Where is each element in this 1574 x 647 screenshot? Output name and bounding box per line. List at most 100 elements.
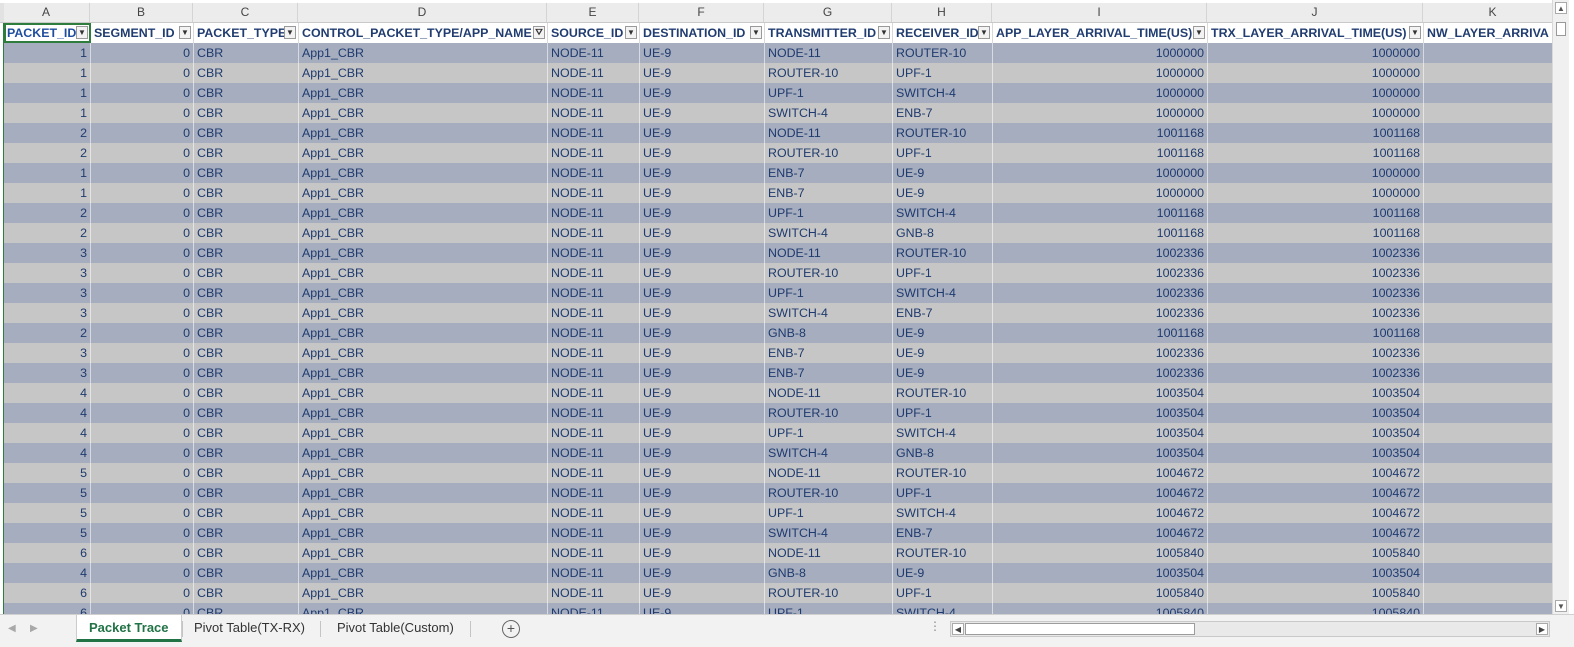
table-cell[interactable]: [1424, 463, 1553, 483]
table-cell[interactable]: 0: [91, 443, 194, 463]
dropdown-arrow-icon[interactable]: ▼: [179, 26, 191, 39]
dropdown-arrow-icon[interactable]: ▼: [284, 26, 296, 39]
table-cell[interactable]: GNB-8: [765, 323, 893, 343]
table-cell[interactable]: App1_CBR: [299, 523, 548, 543]
column-letter-f[interactable]: F: [639, 3, 764, 22]
table-cell[interactable]: 3: [4, 343, 91, 363]
table-cell[interactable]: CBR: [194, 343, 299, 363]
table-cell[interactable]: 1000000: [993, 63, 1208, 83]
table-cell[interactable]: 0: [91, 603, 194, 614]
table-cell[interactable]: NODE-11: [548, 143, 640, 163]
table-cell[interactable]: UE-9: [640, 43, 765, 63]
table-cell[interactable]: NODE-11: [765, 243, 893, 263]
table-cell[interactable]: NODE-11: [548, 363, 640, 383]
table-cell[interactable]: App1_CBR: [299, 483, 548, 503]
table-cell[interactable]: App1_CBR: [299, 323, 548, 343]
column-header-packet-id[interactable]: PACKET_ID ▼: [4, 23, 91, 43]
table-cell[interactable]: App1_CBR: [299, 243, 548, 263]
table-cell[interactable]: 0: [91, 523, 194, 543]
table-cell[interactable]: UE-9: [893, 183, 993, 203]
table-cell[interactable]: UE-9: [640, 343, 765, 363]
column-header-nw-layer-arriva[interactable]: NW_LAYER_ARRIVA: [1424, 23, 1553, 43]
column-letter-d[interactable]: D: [298, 3, 547, 22]
table-cell[interactable]: 1003504: [993, 443, 1208, 463]
table-cell[interactable]: 1: [4, 163, 91, 183]
table-cell[interactable]: ENB-7: [893, 523, 993, 543]
table-cell[interactable]: NODE-11: [548, 543, 640, 563]
table-cell[interactable]: 3: [4, 303, 91, 323]
table-cell[interactable]: [1424, 303, 1553, 323]
table-cell[interactable]: ROUTER-10: [893, 123, 993, 143]
tab-scroll-right-icon[interactable]: ▶: [30, 623, 38, 634]
table-cell[interactable]: [1424, 283, 1553, 303]
column-header-packet-type[interactable]: PACKET_TYPE ▼: [194, 23, 299, 43]
table-cell[interactable]: 0: [91, 363, 194, 383]
table-cell[interactable]: 0: [91, 143, 194, 163]
column-header-trx-layer-arrival-time-us[interactable]: TRX_LAYER_ARRIVAL_TIME(US) ▼: [1208, 23, 1424, 43]
table-cell[interactable]: App1_CBR: [299, 203, 548, 223]
table-cell[interactable]: [1424, 203, 1553, 223]
table-cell[interactable]: NODE-11: [548, 283, 640, 303]
table-cell[interactable]: SWITCH-4: [893, 423, 993, 443]
table-cell[interactable]: NODE-11: [548, 263, 640, 283]
dropdown-arrow-icon[interactable]: ▼: [1409, 26, 1421, 39]
table-cell[interactable]: 1002336: [1208, 343, 1424, 363]
table-cell[interactable]: [1424, 263, 1553, 283]
table-cell[interactable]: 1001168: [993, 323, 1208, 343]
table-cell[interactable]: [1424, 383, 1553, 403]
table-cell[interactable]: [1424, 403, 1553, 423]
table-cell[interactable]: UPF-1: [765, 83, 893, 103]
table-cell[interactable]: UE-9: [640, 603, 765, 614]
table-cell[interactable]: 0: [91, 243, 194, 263]
table-cell[interactable]: 2: [4, 323, 91, 343]
table-cell[interactable]: 1: [4, 183, 91, 203]
table-cell[interactable]: CBR: [194, 583, 299, 603]
table-cell[interactable]: 1004672: [993, 463, 1208, 483]
table-cell[interactable]: 1002336: [993, 363, 1208, 383]
table-cell[interactable]: UE-9: [640, 363, 765, 383]
table-cell[interactable]: 1005840: [1208, 543, 1424, 563]
table-cell[interactable]: CBR: [194, 183, 299, 203]
table-cell[interactable]: 0: [91, 323, 194, 343]
table-cell[interactable]: 1: [4, 83, 91, 103]
table-cell[interactable]: UPF-1: [765, 423, 893, 443]
table-cell[interactable]: UE-9: [640, 423, 765, 443]
table-cell[interactable]: 5: [4, 523, 91, 543]
table-cell[interactable]: NODE-11: [765, 43, 893, 63]
table-cell[interactable]: 1000000: [1208, 163, 1424, 183]
table-cell[interactable]: [1424, 143, 1553, 163]
table-cell[interactable]: 1001168: [993, 123, 1208, 143]
table-cell[interactable]: 5: [4, 463, 91, 483]
table-cell[interactable]: 1000000: [993, 183, 1208, 203]
table-cell[interactable]: 1001168: [1208, 123, 1424, 143]
table-cell[interactable]: App1_CBR: [299, 123, 548, 143]
table-cell[interactable]: App1_CBR: [299, 583, 548, 603]
table-cell[interactable]: UE-9: [640, 323, 765, 343]
table-cell[interactable]: [1424, 543, 1553, 563]
dropdown-arrow-icon[interactable]: ▼: [750, 26, 762, 39]
table-cell[interactable]: UPF-1: [893, 143, 993, 163]
table-cell[interactable]: NODE-11: [548, 243, 640, 263]
table-cell[interactable]: [1424, 443, 1553, 463]
scroll-right-icon[interactable]: ▶: [1536, 623, 1548, 635]
table-cell[interactable]: App1_CBR: [299, 103, 548, 123]
table-cell[interactable]: NODE-11: [548, 83, 640, 103]
table-cell[interactable]: [1424, 343, 1553, 363]
table-cell[interactable]: SWITCH-4: [893, 283, 993, 303]
table-cell[interactable]: App1_CBR: [299, 423, 548, 443]
vertical-scroll-thumb[interactable]: [1556, 22, 1566, 36]
table-cell[interactable]: 1001168: [1208, 203, 1424, 223]
table-cell[interactable]: 0: [91, 563, 194, 583]
table-cell[interactable]: [1424, 423, 1553, 443]
column-letter-k[interactable]: K: [1423, 3, 1552, 22]
table-cell[interactable]: App1_CBR: [299, 463, 548, 483]
table-cell[interactable]: [1424, 603, 1553, 614]
table-cell[interactable]: SWITCH-4: [893, 603, 993, 614]
table-cell[interactable]: 1001168: [993, 203, 1208, 223]
table-cell[interactable]: SWITCH-4: [765, 103, 893, 123]
table-cell[interactable]: UPF-1: [765, 503, 893, 523]
table-cell[interactable]: UPF-1: [893, 263, 993, 283]
table-cell[interactable]: 0: [91, 223, 194, 243]
table-cell[interactable]: App1_CBR: [299, 383, 548, 403]
table-cell[interactable]: UE-9: [640, 303, 765, 323]
